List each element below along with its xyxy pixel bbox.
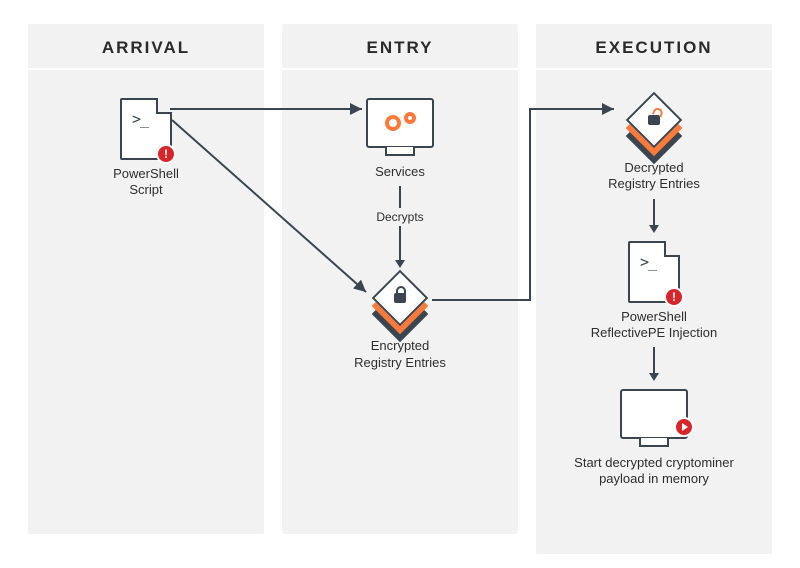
node-label: Services <box>375 164 425 180</box>
lock-closed-icon <box>394 293 406 303</box>
stack-icon <box>370 276 430 332</box>
monitor-stand <box>395 146 405 150</box>
node-label: PowerShell Script <box>113 166 179 199</box>
connector-line <box>653 347 655 373</box>
node-powershell-reflective: >_ ! PowerShell ReflectivePE Injection <box>591 241 717 342</box>
monitor-icon <box>366 98 434 148</box>
connector-line <box>399 186 401 208</box>
label-line: PowerShell <box>621 309 687 324</box>
gear-icon <box>404 112 416 124</box>
label-line: ReflectivePE Injection <box>591 325 717 340</box>
play-badge-icon <box>674 417 694 437</box>
node-label: Decrypted Registry Entries <box>608 160 700 193</box>
monitor-stand <box>649 437 659 441</box>
code-glyph: >_ <box>132 112 148 127</box>
label-line: Services <box>375 164 425 179</box>
gear-icon <box>385 115 401 131</box>
label-line: Registry Entries <box>354 355 446 370</box>
lock-open-icon <box>648 115 660 125</box>
node-label: PowerShell ReflectivePE Injection <box>591 309 717 342</box>
monitor-wrap <box>620 389 688 439</box>
file-icon: >_ ! <box>628 241 680 303</box>
label-line: payload in memory <box>599 471 709 486</box>
label-line: PowerShell <box>113 166 179 181</box>
arrowhead-down-icon <box>649 373 659 381</box>
monitor-wrap <box>366 98 434 148</box>
node-decrypted-registry: Decrypted Registry Entries <box>608 98 700 193</box>
column-header-entry: ENTRY <box>282 24 518 70</box>
connector-label: Decrypts <box>376 210 423 224</box>
gears-icon <box>373 105 427 141</box>
diagram-columns: ARRIVAL >_ ! PowerShell Script ENTRY <box>0 0 800 564</box>
node-services: Services <box>366 98 434 180</box>
stack-icon <box>624 98 684 154</box>
node-powershell-script: >_ ! PowerShell Script <box>113 98 179 199</box>
column-header-execution: EXECUTION <box>536 24 772 70</box>
label-line: Script <box>129 182 162 197</box>
code-glyph: >_ <box>640 255 656 270</box>
file-icon: >_ ! <box>120 98 172 160</box>
arrowhead-down-icon <box>395 260 405 268</box>
node-label: Start decrypted cryptominer payload in m… <box>574 455 734 488</box>
column-arrival: ARRIVAL >_ ! PowerShell Script <box>28 24 264 534</box>
connector-decrypts: Decrypts <box>376 186 423 268</box>
alert-badge-icon: ! <box>664 287 684 307</box>
node-start-payload: Start decrypted cryptominer payload in m… <box>574 389 734 488</box>
node-encrypted-registry: Encrypted Registry Entries <box>354 276 446 371</box>
column-header-arrival: ARRIVAL <box>28 24 264 70</box>
connector-line <box>399 226 401 260</box>
connector-line <box>653 199 655 225</box>
column-execution: EXECUTION Decrypted Registry Entries >_ … <box>536 24 772 554</box>
alert-badge-icon: ! <box>156 144 176 164</box>
label-line: Registry Entries <box>608 176 700 191</box>
connector <box>649 199 659 233</box>
label-line: Start decrypted cryptominer <box>574 455 734 470</box>
node-label: Encrypted Registry Entries <box>354 338 446 371</box>
connector <box>649 347 659 381</box>
arrowhead-down-icon <box>649 225 659 233</box>
column-entry: ENTRY Services Decrypts <box>282 24 518 534</box>
play-icon <box>682 423 688 431</box>
